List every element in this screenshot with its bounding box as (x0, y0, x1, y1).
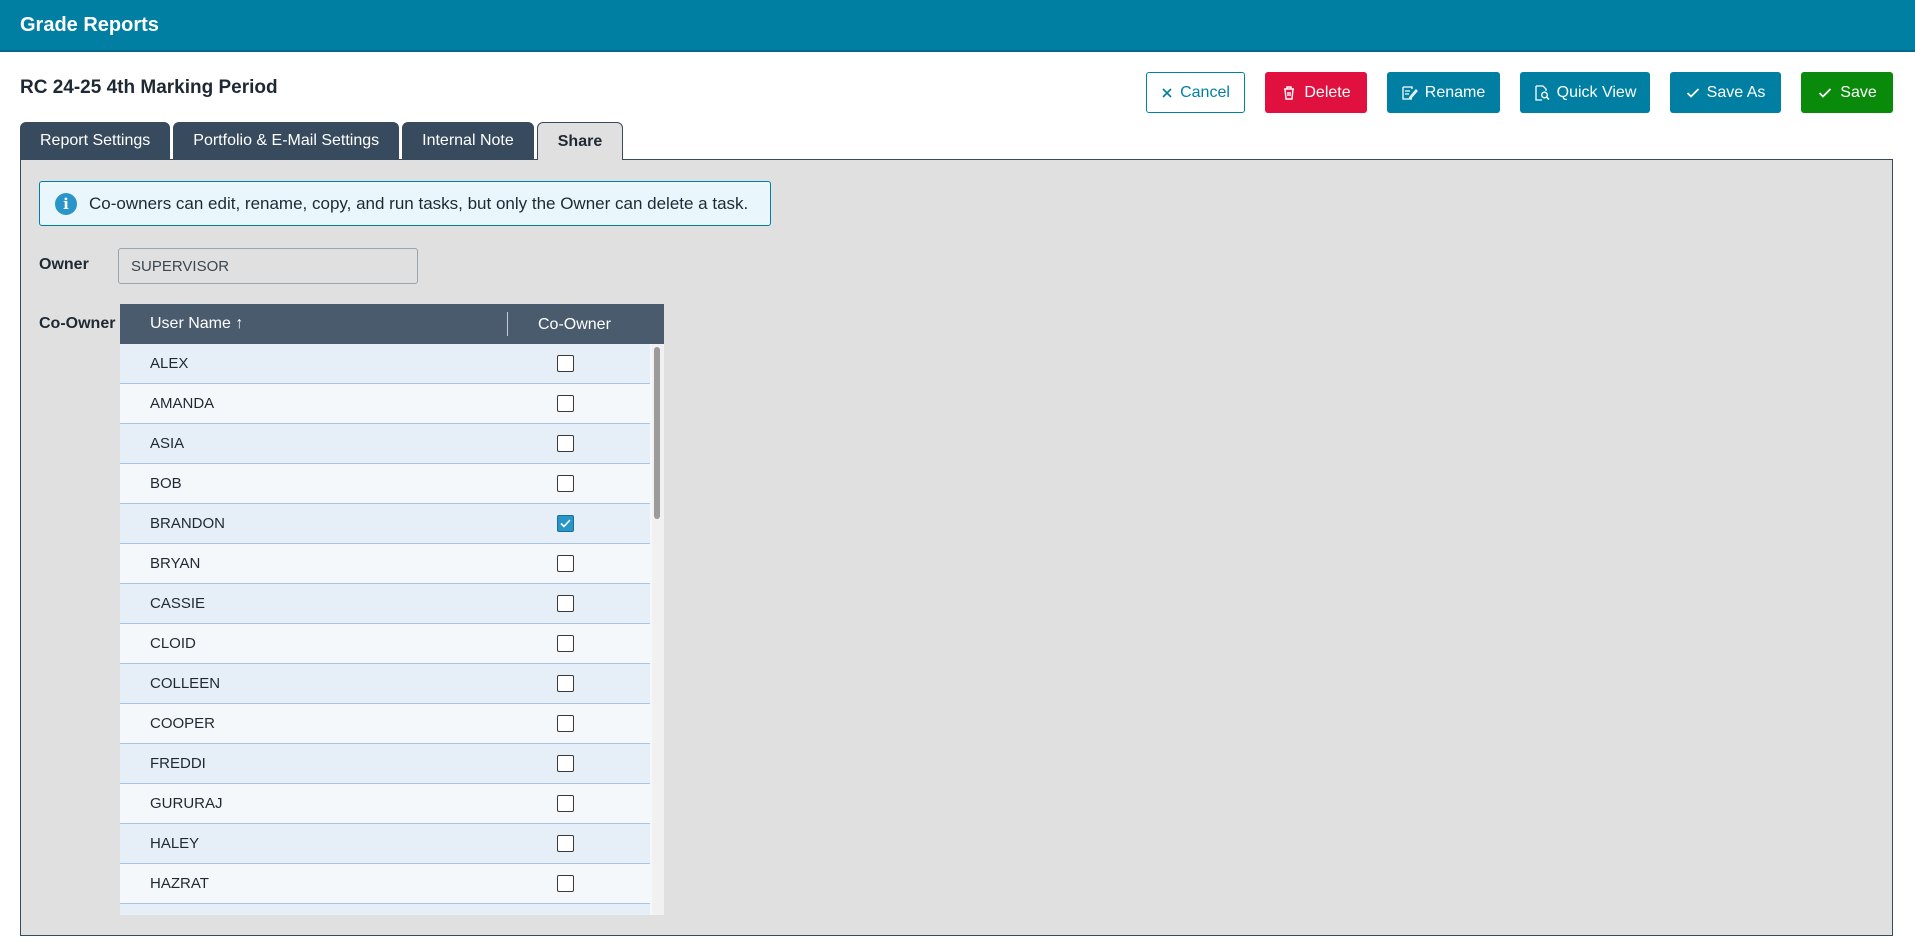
owner-label: Owner (39, 256, 89, 273)
delete-button[interactable]: Delete (1265, 72, 1367, 113)
table-row[interactable]: BRYAN (120, 544, 650, 584)
table-row[interactable]: HALEY (120, 824, 650, 864)
save-button[interactable]: Save (1801, 72, 1893, 113)
grid-scrollbar[interactable] (652, 344, 664, 915)
close-icon (1161, 85, 1173, 101)
user-name-cell: COLLEEN (150, 675, 221, 692)
grid-scrollbar-thumb[interactable] (654, 347, 660, 519)
table-row[interactable]: CASSIE (120, 584, 650, 624)
grid-body: ALEX AMANDA ASIA BOB BRANDON BRYAN CASSIE CLOID… (120, 344, 650, 915)
trash-icon (1281, 85, 1297, 101)
table-row[interactable]: GURURAJ (120, 784, 650, 824)
cancel-button[interactable]: Cancel (1146, 72, 1245, 113)
owner-field[interactable] (118, 248, 418, 284)
user-name-cell: CASSIE (150, 595, 206, 612)
user-name-cell: BRANDON (150, 515, 226, 532)
co-owner-checkbox[interactable] (557, 795, 574, 812)
tab-bar: Report Settings Portfolio & E-Mail Setti… (20, 122, 624, 160)
tab-portfolio-email-settings[interactable]: Portfolio & E-Mail Settings (173, 122, 400, 159)
co-owner-checkbox[interactable] (557, 595, 574, 612)
user-name-cell: AMANDA (150, 395, 215, 412)
column-header-user-name[interactable]: User Name ↑ (150, 315, 243, 333)
co-owner-checkbox[interactable] (557, 635, 574, 652)
table-row[interactable]: BRANDON (120, 504, 650, 544)
grid-header: User Name ↑ Co-Owner (120, 304, 664, 344)
co-owner-checkbox[interactable] (557, 475, 574, 492)
delete-label: Delete (1304, 83, 1351, 101)
column-divider[interactable] (507, 312, 508, 336)
tab-share[interactable]: Share (536, 122, 624, 160)
edit-icon (1402, 85, 1418, 101)
user-name-cell: HALEY (150, 835, 200, 852)
app-title: Grade Reports (20, 14, 159, 36)
user-name-cell: BRYAN (150, 555, 201, 572)
user-name-cell: HAZRAT (150, 875, 209, 892)
table-row[interactable]: HAZRAT (120, 864, 650, 904)
user-name-cell: FREDDI (150, 755, 206, 772)
save-as-button[interactable]: Save As (1670, 72, 1781, 113)
table-row[interactable]: AMANDA (120, 384, 650, 424)
co-owner-checkbox[interactable] (557, 835, 574, 852)
co-owner-checkbox[interactable] (557, 715, 574, 732)
co-owner-grid: User Name ↑ Co-Owner ALEX AMANDA ASIA BOB BR… (120, 304, 664, 915)
tab-report-settings[interactable]: Report Settings (20, 122, 171, 159)
co-owner-checkbox[interactable] (557, 875, 574, 892)
user-name-cell: COOPER (150, 715, 216, 732)
check-icon (560, 519, 571, 528)
table-row[interactable]: ASIA (120, 424, 650, 464)
co-owner-checkbox[interactable] (557, 755, 574, 772)
info-icon: i (55, 192, 77, 215)
quick-view-button[interactable]: Quick View (1520, 72, 1650, 113)
column-header-co-owner[interactable]: Co-Owner (538, 316, 611, 334)
rename-button[interactable]: Rename (1387, 72, 1500, 113)
table-row[interactable]: ALEX (120, 344, 650, 384)
table-row[interactable]: CLOID (120, 624, 650, 664)
info-text: Co-owners can edit, rename, copy, and ru… (89, 193, 749, 213)
save-as-label: Save As (1706, 83, 1766, 101)
page-title: RC 24-25 4th Marking Period (20, 77, 278, 98)
check-icon (1817, 85, 1833, 101)
tab-internal-note[interactable]: Internal Note (402, 122, 534, 159)
co-owner-label: Co-Owner (39, 315, 116, 332)
co-owner-checkbox[interactable] (557, 555, 574, 572)
co-owner-checkbox[interactable] (557, 675, 574, 692)
cancel-label: Cancel (1180, 83, 1230, 101)
user-name-cell: ALEX (150, 355, 189, 372)
table-row[interactable]: COLLEEN (120, 664, 650, 704)
co-owner-checkbox[interactable] (557, 395, 574, 412)
quick-view-label: Quick View (1556, 83, 1637, 101)
user-name-cell: ASIA (150, 435, 185, 452)
save-label: Save (1840, 83, 1877, 101)
table-row[interactable]: BOB (120, 464, 650, 504)
check-icon (1686, 85, 1700, 101)
sort-ascending-icon: ↑ (235, 315, 244, 332)
table-row[interactable]: FREDDI (120, 744, 650, 784)
co-owner-checkbox[interactable] (557, 435, 574, 452)
share-panel: i Co-owners can edit, rename, copy, and … (20, 159, 1893, 936)
app-header: Grade Reports (0, 0, 1915, 52)
user-name-cell: GURURAJ (150, 795, 223, 812)
co-owner-checkbox[interactable] (557, 355, 574, 372)
user-name-cell: CLOID (150, 635, 196, 652)
table-row[interactable]: COOPER (120, 704, 650, 744)
table-row[interactable]: HEATHER (120, 904, 650, 915)
co-owner-checkbox[interactable] (557, 515, 574, 532)
column-header-user-name-label: User Name (150, 315, 231, 332)
document-search-icon (1534, 84, 1550, 101)
info-message: i Co-owners can edit, rename, copy, and … (39, 181, 771, 226)
rename-label: Rename (1424, 83, 1486, 101)
user-name-cell: BOB (150, 475, 182, 492)
action-toolbar: Cancel Delete Rename Quick View Save As … (1146, 72, 1893, 113)
